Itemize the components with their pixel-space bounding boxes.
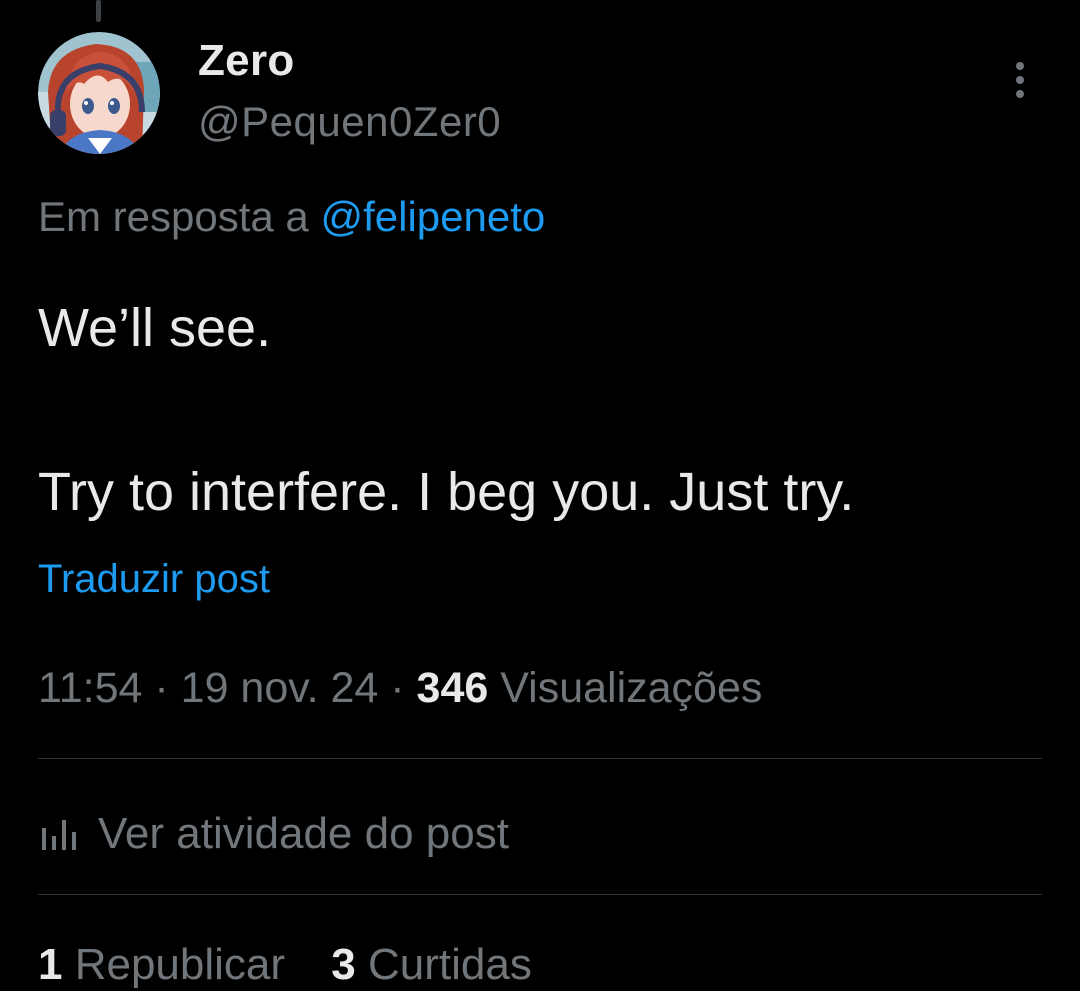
reposts-count: 1 xyxy=(38,940,63,989)
thread-connector-line xyxy=(96,0,101,22)
tweet-time[interactable]: 11:54 xyxy=(38,664,142,712)
divider xyxy=(38,894,1042,895)
likes-label: Curtidas xyxy=(368,940,532,989)
reposts-label: Republicar xyxy=(74,940,286,989)
tweet-text: We’ll see. Try to interfere. I beg you. … xyxy=(38,287,1048,533)
reply-mention-link[interactable]: @felipeneto xyxy=(320,193,545,240)
separator-dot: · xyxy=(390,664,417,712)
likes-stat[interactable]: 3 Curtidas xyxy=(331,940,532,989)
more-vertical-icon-dot xyxy=(1016,90,1024,98)
view-post-activity-button[interactable]: Ver atividade do post xyxy=(38,804,509,864)
author-display-name[interactable]: Zero xyxy=(198,36,295,86)
engagement-stats: 1 Republicar 3 Curtidas xyxy=(38,940,532,990)
more-vertical-icon-dot xyxy=(1016,76,1024,84)
reposts-stat[interactable]: 1 Republicar xyxy=(38,940,297,989)
more-vertical-icon xyxy=(1016,62,1024,70)
tweet-detail: Zero @Pequen0Zer0 Em resposta a @felipen… xyxy=(0,0,1080,991)
avatar-image xyxy=(38,32,160,154)
views-count: 346 xyxy=(416,664,489,712)
translate-post-link[interactable]: Traduzir post xyxy=(38,557,270,602)
divider xyxy=(38,758,1042,759)
tweet-text-line: Try to interfere. I beg you. Just try. xyxy=(38,462,855,522)
separator-dot: · xyxy=(154,664,181,712)
tweet-text-line: We’ll see. xyxy=(38,298,272,358)
views-label: Visualizações xyxy=(500,664,763,712)
reply-context: Em resposta a @felipeneto xyxy=(38,193,545,241)
reply-prefix: Em resposta a xyxy=(38,193,309,240)
more-options-button[interactable] xyxy=(1000,58,1040,102)
avatar[interactable] xyxy=(38,32,160,154)
bar-chart-icon xyxy=(42,820,76,850)
tweet-date[interactable]: 19 nov. 24 xyxy=(181,664,379,712)
tweet-metadata: 11:54 · 19 nov. 24 · 346 Visualizações xyxy=(38,664,762,713)
likes-count: 3 xyxy=(331,940,356,989)
view-post-activity-label: Ver atividade do post xyxy=(98,809,509,858)
author-handle[interactable]: @Pequen0Zer0 xyxy=(198,98,501,146)
